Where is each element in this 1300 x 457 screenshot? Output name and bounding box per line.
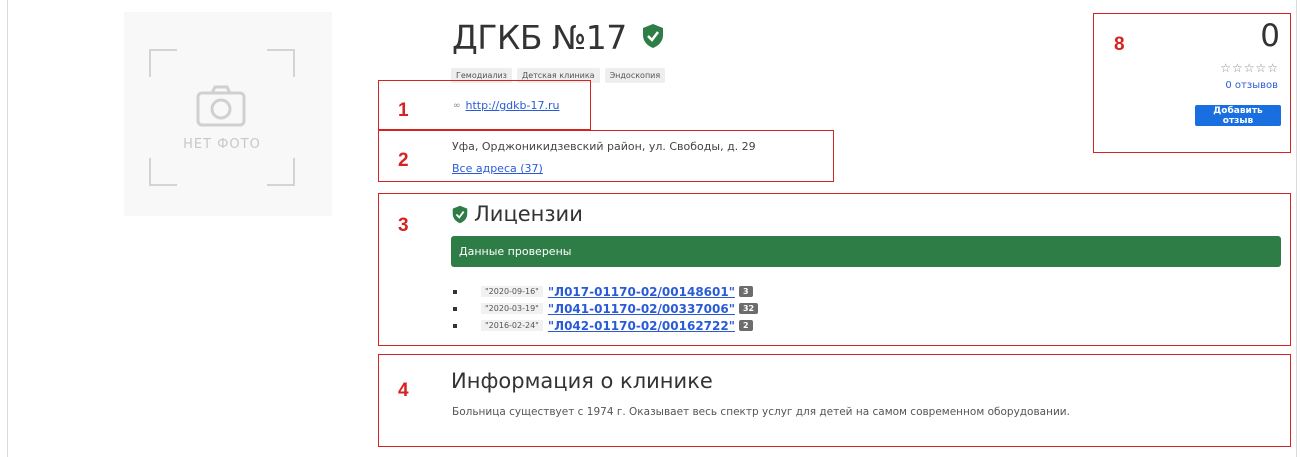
- annotation-box-3: [378, 193, 1291, 346]
- no-photo-label: НЕТ ФОТО: [183, 137, 261, 152]
- clinic-photo-placeholder: НЕТ ФОТО: [124, 12, 332, 216]
- annotation-label-3: 3: [398, 215, 409, 236]
- verified-shield-icon: [643, 24, 663, 48]
- frame-corner-bottom-right: [267, 158, 295, 186]
- annotation-box-1: [378, 80, 591, 130]
- annotation-label-2: 2: [398, 150, 409, 171]
- annotation-label-1: 1: [398, 100, 409, 121]
- tag[interactable]: Эндоскопия: [604, 68, 666, 83]
- annotation-box-4: [378, 354, 1291, 447]
- camera-icon: [196, 85, 246, 127]
- clinic-name: ДГКБ №17: [452, 18, 627, 57]
- frame-corner-bottom-left: [149, 158, 177, 186]
- frame-corner-top-left: [149, 49, 177, 77]
- frame-corner-top-right: [267, 49, 295, 77]
- annotation-label-4: 4: [398, 380, 409, 401]
- annotation-box-2: [378, 130, 834, 182]
- annotation-label-8: 8: [1114, 34, 1125, 55]
